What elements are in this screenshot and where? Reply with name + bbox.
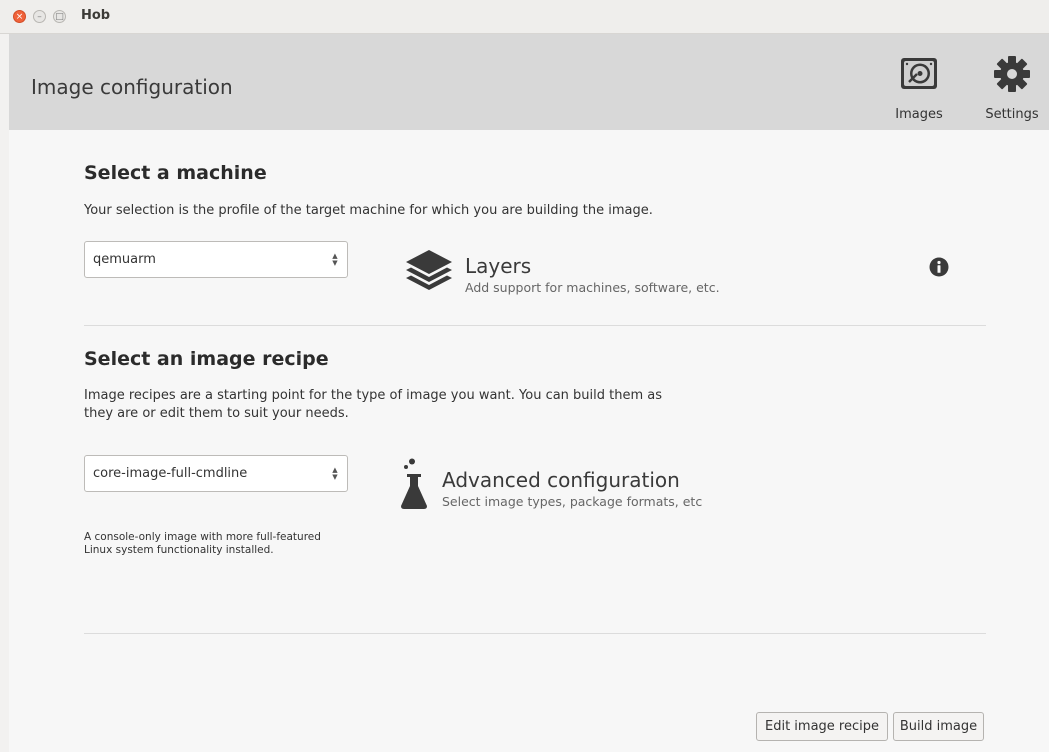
recipe-select-value: core-image-full-cmdline — [93, 466, 248, 481]
machine-select[interactable]: qemuarm ▲ ▼ — [84, 241, 348, 278]
recipe-description-line1: Image recipes are a starting point for t… — [84, 388, 663, 403]
machine-heading: Select a machine — [84, 162, 267, 184]
page-title: Image configuration — [31, 75, 233, 99]
layers-title[interactable]: Layers — [465, 254, 531, 278]
settings-button[interactable]: Settings — [977, 34, 1047, 130]
recipe-heading: Select an image recipe — [84, 348, 329, 370]
images-label: Images — [895, 107, 943, 122]
maximize-icon[interactable]: □ — [53, 10, 66, 23]
layers-subtitle: Add support for machines, software, etc. — [465, 280, 720, 295]
info-icon[interactable] — [929, 257, 949, 277]
machine-description: Your selection is the profile of the tar… — [84, 203, 653, 218]
header-bar: Image configuration Images Settings — [9, 34, 1049, 130]
machine-select-value: qemuarm — [93, 252, 156, 267]
build-image-button[interactable]: Build image — [893, 712, 984, 741]
edit-image-recipe-button[interactable]: Edit image recipe — [756, 712, 888, 741]
recipe-description-line2: they are or edit them to suit your needs… — [84, 406, 349, 421]
images-button[interactable]: Images — [884, 34, 954, 130]
recipe-note-line2: Linux system functionality installed. — [84, 544, 274, 556]
advanced-subtitle: Select image types, package formats, etc — [442, 494, 703, 509]
flask-icon — [401, 458, 427, 509]
main-content: Select a machine Your selection is the p… — [9, 130, 1049, 752]
window-title: Hob — [81, 8, 111, 23]
recipe-select[interactable]: core-image-full-cmdline ▲ ▼ — [84, 455, 348, 492]
section-divider — [84, 633, 986, 634]
minimize-icon[interactable]: – — [33, 10, 46, 23]
window-titlebar: × – □ Hob — [0, 0, 1049, 34]
hard-disk-icon — [901, 58, 937, 89]
advanced-title[interactable]: Advanced configuration — [442, 468, 680, 492]
chevron-updown-icon: ▲ ▼ — [332, 466, 338, 481]
gear-icon — [994, 56, 1030, 92]
layers-icon — [406, 250, 452, 290]
close-icon[interactable]: × — [13, 10, 26, 23]
chevron-updown-icon: ▲ ▼ — [332, 252, 338, 267]
section-divider — [84, 325, 986, 326]
settings-label: Settings — [985, 107, 1039, 122]
recipe-note-line1: A console-only image with more full-feat… — [84, 531, 321, 543]
